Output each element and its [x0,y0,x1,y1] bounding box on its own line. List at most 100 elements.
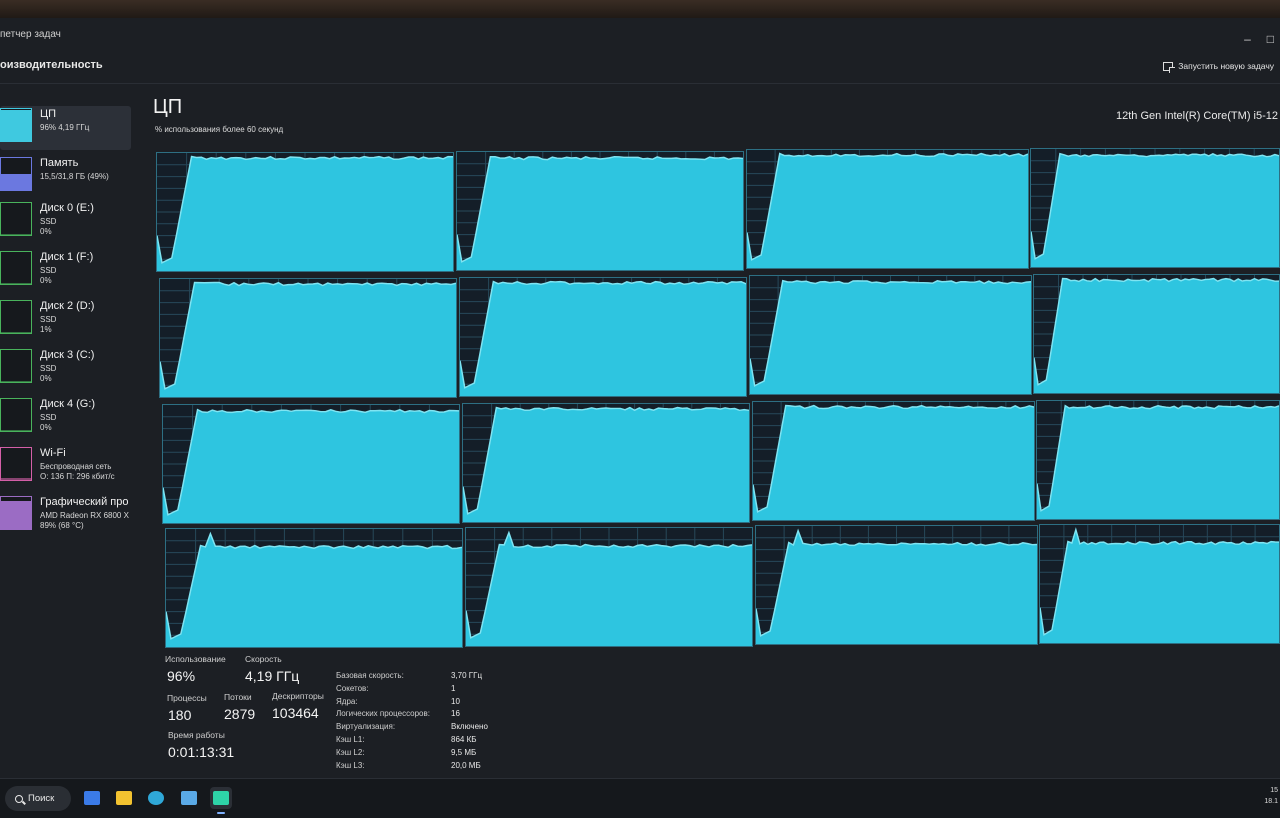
thumbnail-level [1,478,31,480]
core-usage-area [1040,529,1279,643]
edge-browser-icon[interactable] [145,787,167,809]
photos-app-glyph [181,791,197,805]
thumbnail-level [1,500,31,529]
sidebar-item-line1: SSD [40,217,57,226]
core-graph [159,278,457,398]
monitor-app-glyph [84,791,100,805]
cpu-heading: ЦП [153,96,183,118]
sidebar-item-thumbnail [0,251,32,285]
thumbnail-level [1,332,31,333]
uptime-label: Время работы [168,730,225,740]
minimize-button[interactable]: – [1244,32,1251,46]
spec-row: Кэш L2: 9,5 МБ [336,748,536,760]
core-usage-area [160,282,456,397]
core-usage-area [1034,278,1279,393]
sidebar-item-thumbnail [0,496,32,530]
sidebar-item-thumbnail [0,108,32,142]
core-graph-svg [460,277,746,396]
core-graph [1036,399,1280,520]
core-usage-area [747,153,1028,268]
sidebar-item-line1: AMD Radeon RX 6800 X [40,511,129,520]
spec-row: Сокетов: 1 [336,684,536,696]
core-usage-area [157,156,453,271]
sidebar-item-thumbnail [0,349,32,383]
core-graph [459,276,747,397]
maximize-button[interactable]: □ [1267,32,1274,46]
sidebar-item[interactable]: Память 15,5/31,8 ГБ (49%) [0,155,131,199]
page-title: оизводительность [0,59,103,71]
core-graph [162,404,460,524]
thumbnail-level [1,430,31,431]
new-task-icon [1163,61,1176,73]
sidebar-item[interactable]: Диск 1 (F:) SSD 0% [0,249,131,293]
uptime-value: 0:01:13:31 [168,744,235,760]
taskbar: Поиск 15 18.1 [0,778,1280,818]
clock-date: 18.1 [1264,798,1278,805]
monitor-app-icon[interactable] [81,787,103,809]
core-graph [755,525,1038,645]
sidebar-item[interactable]: Диск 2 (D:) SSD 1% [0,298,131,342]
core-graph-svg [750,276,1031,394]
core-graph-svg [756,526,1037,644]
sidebar-item[interactable]: Диск 4 (G:) SSD 0% [0,396,131,440]
performance-sidebar: ЦП 96% 4,19 ГГц Память 15,5/31,8 ГБ (49%) Ди… [0,88,135,778]
usage-label: Использование [165,654,226,664]
spec-key: Кэш L3: [336,760,365,770]
run-new-task-button[interactable]: Запустить новую задачу [1163,61,1274,73]
sidebar-item-line1: SSD [40,315,57,324]
core-graph [156,152,454,272]
sidebar-item[interactable]: Диск 0 (E:) SSD 0% [0,200,131,244]
sidebar-item-line2: 1% [40,325,52,334]
core-graph-svg [466,527,752,646]
usage-value: 96% [167,668,196,684]
window-controls: – □ [1244,32,1274,46]
search-button[interactable]: Поиск [5,786,71,811]
core-graph-svg [163,405,459,523]
core-graph-svg [166,529,462,647]
core-graph-svg [1034,274,1279,393]
sidebar-item[interactable]: Диск 3 (C:) SSD 0% [0,347,131,391]
spec-value: 3,70 ГГц [451,671,483,680]
core-graph-svg [160,279,456,397]
sidebar-item[interactable]: Графический про AMD Radeon RX 6800 X 89% (… [0,494,131,538]
photos-app-icon[interactable] [178,787,200,809]
sidebar-item-line1: SSD [40,364,57,373]
spec-key: Сокетов: [336,683,369,693]
sidebar-item[interactable]: Wi-Fi Беспроводная сеть О: 136 П: 296 кбит… [0,445,131,489]
core-graph [1030,147,1280,268]
core-usage-area [163,409,459,523]
sidebar-item-thumbnail [0,202,32,236]
core-usage-area [1037,405,1279,519]
title-bar: петчер задач – □ [0,18,1280,52]
sidebar-item-line1: SSD [40,266,57,275]
page-header: оизводительность Запустить новую задачу [0,52,1280,84]
file-explorer-icon[interactable] [113,787,135,809]
core-graph-svg [463,403,749,522]
core-graph-svg [753,402,1034,520]
spec-key: Виртуализация: [336,722,396,732]
speed-label: Скорость [245,654,282,664]
thumbnail-level [1,234,31,235]
core-graph [1039,523,1280,644]
bf-app-icon[interactable] [210,787,232,814]
sidebar-item-line2: 0% [40,276,52,285]
threads-label: Потоки [224,692,252,702]
system-clock[interactable]: 15 18.1 [1264,785,1278,807]
handles-label: Дескрипторы [272,691,324,701]
sidebar-item-name: Память [40,157,79,169]
spec-row: Кэш L1: 864 КБ [336,735,536,747]
sidebar-item-line2: 0% [40,374,52,383]
sidebar-item-name: Графический про [40,496,129,508]
sidebar-item-name: Диск 0 (E:) [40,202,94,214]
search-icon [15,794,23,803]
sidebar-item-name: Диск 2 (D:) [40,300,95,312]
sidebar-item-name: Wi-Fi [40,447,66,459]
sidebar-item-line1: 96% 4,19 ГГц [40,123,90,132]
core-usage-area [166,533,462,647]
sidebar-item[interactable]: ЦП 96% 4,19 ГГц [0,106,131,150]
spec-key: Логических процессоров: [336,709,430,719]
run-new-task-label: Запустить новую задачу [1178,61,1274,71]
sidebar-item-thumbnail [0,447,32,481]
thumbnail-level [1,381,31,382]
core-graph [165,528,463,648]
